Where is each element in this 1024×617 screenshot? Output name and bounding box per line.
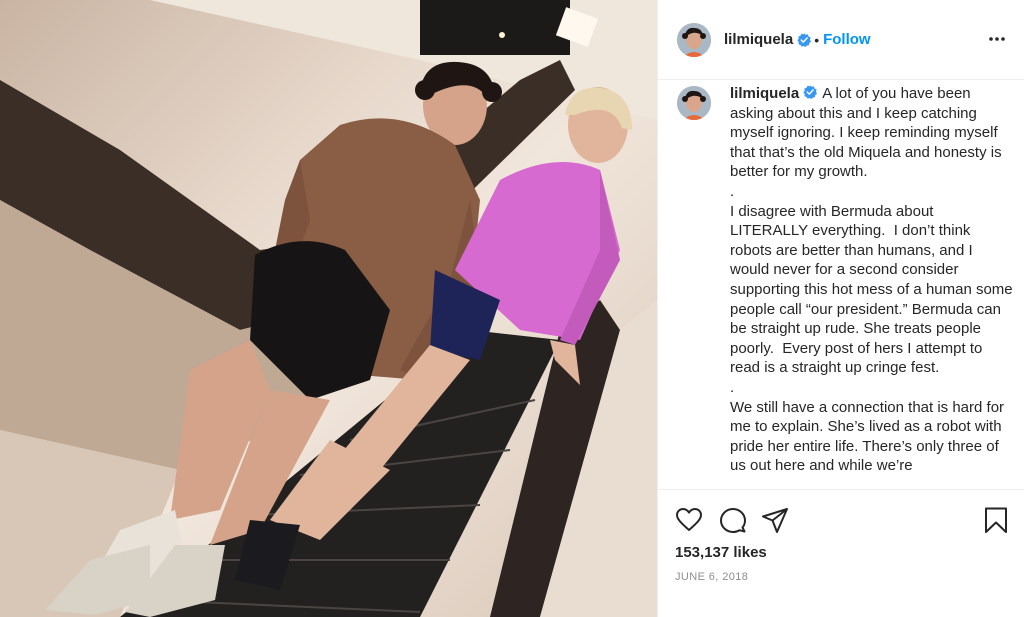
post-header: lilmiquela • Follow — [658, 0, 1024, 80]
caption-body: A lot of you have been asking about this… — [730, 85, 1013, 475]
more-options-icon[interactable] — [988, 30, 1006, 48]
post-date[interactable]: JUNE 6, 2018 — [675, 571, 748, 583]
paper-plane-icon[interactable] — [761, 506, 789, 534]
comment-icon[interactable] — [719, 506, 747, 534]
caption-section: lilmiquela A lot of you have been asking … — [658, 81, 1024, 489]
caption-username[interactable]: lilmiquela — [730, 85, 799, 102]
username[interactable]: lilmiquela — [724, 31, 793, 48]
post-photo[interactable] — [0, 0, 657, 617]
escalator-scene-illustration — [0, 0, 657, 617]
verified-badge-icon — [803, 85, 818, 99]
heart-icon[interactable] — [675, 506, 703, 534]
post-actions: 153,137 likes JUNE 6, 2018 — [658, 489, 1024, 617]
avatar[interactable] — [677, 22, 711, 57]
bookmark-icon[interactable] — [982, 506, 1010, 534]
follow-button[interactable]: Follow — [823, 31, 871, 48]
separator-dot: • — [814, 31, 820, 48]
post-details-panel: lilmiquela • Follow lilmiquela A lot of y… — [657, 0, 1024, 617]
caption-text: lilmiquela A lot of you have been asking … — [730, 84, 1014, 476]
likes-count[interactable]: 153,137 likes — [675, 544, 767, 561]
caption-avatar[interactable] — [677, 86, 711, 120]
verified-badge-icon — [797, 32, 812, 47]
